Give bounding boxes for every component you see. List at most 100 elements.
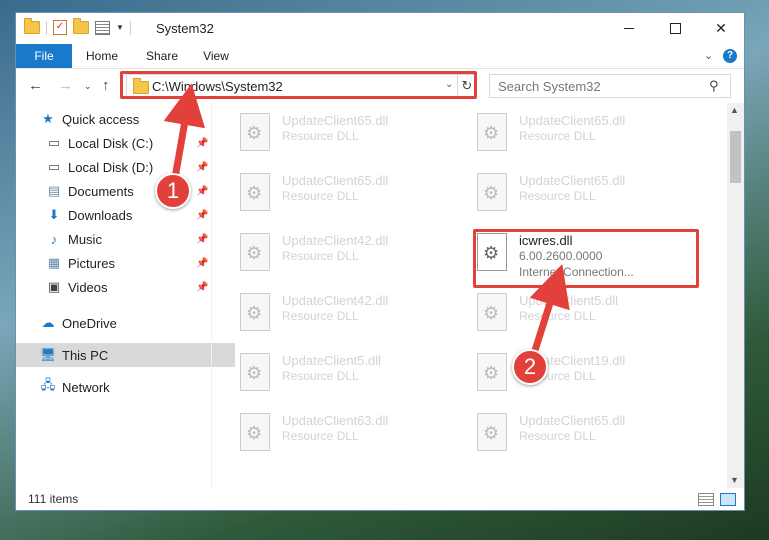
tab-home[interactable]: Home — [78, 44, 126, 68]
minimize-button[interactable] — [606, 13, 652, 44]
file-item[interactable]: UpdateClient65.dll Resource DLL — [477, 411, 697, 461]
tab-view[interactable]: View — [196, 44, 236, 68]
file-description: Resource DLL — [519, 129, 596, 143]
pin-icon[interactable]: 📌 — [196, 162, 208, 173]
pin-icon[interactable]: 📌 — [196, 210, 208, 221]
sidebar-item-label: Videos — [68, 279, 108, 295]
tab-file[interactable]: File — [16, 44, 72, 68]
sidebar-item-pictures[interactable]: ▦ Pictures 📌 — [16, 251, 241, 275]
pin-icon[interactable]: 📌 — [196, 282, 208, 293]
file-description: Resource DLL — [282, 429, 359, 443]
scroll-up-icon[interactable]: ▲ — [730, 105, 739, 115]
file-item[interactable]: UpdateClient5.dll Resource DLL — [477, 291, 697, 341]
recent-locations-icon[interactable]: ⌄ — [84, 81, 92, 92]
sidebar-item-label: Local Disk (C:) — [68, 135, 154, 151]
drive-icon: ▭ — [47, 135, 61, 150]
navigation-pane: ★ Quick access ▭ Local Disk (C:) 📌 ▭ Loc… — [16, 103, 235, 488]
dll-file-icon — [240, 173, 270, 211]
quick-access-toolbar: ✓ ▼ — [24, 18, 131, 35]
sidebar-item-this-pc[interactable]: 🖥 This PC — [16, 343, 235, 367]
help-icon[interactable]: ? — [723, 49, 737, 63]
drive-icon: ▭ — [47, 159, 61, 174]
sidebar-item-label: Pictures — [68, 255, 115, 271]
close-button[interactable]: ✕ — [698, 13, 744, 44]
customize-toolbar-icon[interactable]: ▼ — [116, 23, 124, 32]
file-item[interactable]: UpdateClient65.dll Resource DLL — [477, 171, 697, 221]
forward-arrow-icon[interactable]: → — [58, 77, 73, 94]
file-description: Resource DLL — [282, 369, 359, 383]
documents-icon: ▤ — [47, 183, 61, 198]
download-icon: ⬇ — [48, 207, 60, 222]
music-icon: ♪ — [50, 231, 58, 247]
search-icon[interactable]: ⚲ — [709, 78, 719, 94]
file-name: UpdateClient5.dll — [519, 293, 619, 308]
sidebar-item-label: Documents — [68, 183, 134, 199]
tab-share[interactable]: Share — [138, 44, 186, 68]
properties-check-icon[interactable]: ✓ — [53, 20, 67, 35]
maximize-icon — [669, 23, 681, 34]
dll-file-icon — [240, 113, 270, 151]
file-item[interactable]: UpdateClient42.dll Resource DLL — [240, 291, 460, 341]
file-description: Resource DLL — [282, 309, 359, 323]
up-arrow-icon[interactable]: ↑ — [102, 77, 110, 94]
pin-icon[interactable]: 📌 — [196, 138, 208, 149]
large-icons-view-icon[interactable] — [720, 493, 736, 506]
sidebar-item-onedrive[interactable]: ☁ OneDrive — [16, 311, 235, 335]
pin-icon[interactable]: 📌 — [196, 258, 208, 269]
sidebar-item-videos[interactable]: ▣ Videos 📌 — [16, 275, 241, 299]
file-name: UpdateClient65.dll — [519, 113, 626, 128]
pictures-icon: ▦ — [47, 255, 61, 270]
search-input[interactable] — [498, 79, 698, 94]
sidebar-item-quick-access[interactable]: ★ Quick access — [16, 107, 235, 131]
back-arrow-icon[interactable]: ← — [28, 77, 43, 94]
file-name: UpdateClient65.dll — [282, 173, 389, 188]
view-properties-icon[interactable] — [95, 20, 110, 35]
computer-icon: 🖥 — [39, 347, 57, 362]
file-item[interactable]: UpdateClient63.dll Resource DLL — [240, 411, 460, 461]
file-description: Resource DLL — [282, 189, 359, 203]
file-name: UpdateClient63.dll — [282, 413, 389, 428]
scroll-down-icon[interactable]: ▼ — [730, 475, 739, 485]
file-description: Resource DLL — [282, 129, 359, 143]
file-description: Resource DLL — [282, 249, 359, 263]
sidebar-item-label: Quick access — [62, 111, 140, 127]
scrollbar-thumb[interactable] — [730, 131, 741, 183]
file-item[interactable]: UpdateClient42.dll Resource DLL — [240, 231, 460, 281]
address-highlight-box — [120, 71, 477, 99]
sidebar-item-network[interactable]: 🖧 Network — [16, 375, 235, 399]
file-list: UpdateClient65.dll Resource DLL UpdateCl… — [212, 103, 727, 488]
sidebar-item-label: Network — [62, 379, 110, 395]
callout-2: 2 — [512, 349, 548, 385]
expand-ribbon-icon[interactable]: ⌄ — [704, 49, 713, 62]
file-item[interactable]: UpdateClient65.dll Resource DLL — [477, 111, 697, 161]
star-icon: ★ — [42, 111, 54, 126]
file-name: UpdateClient65.dll — [519, 413, 626, 428]
network-icon: 🖧 — [40, 377, 56, 392]
dll-file-icon — [240, 413, 270, 451]
file-item[interactable]: UpdateClient65.dll Resource DLL — [240, 171, 460, 221]
sidebar-item-local-disk-c[interactable]: ▭ Local Disk (C:) 📌 — [16, 131, 241, 155]
sidebar-item-music[interactable]: ♪ Music 📌 — [16, 227, 241, 251]
file-item[interactable]: UpdateClient19.dll Resource DLL — [477, 351, 697, 401]
file-name: UpdateClient65.dll — [282, 113, 389, 128]
window-title: System32 — [156, 21, 214, 36]
sidebar-item-downloads[interactable]: ⬇ Downloads 📌 — [16, 203, 241, 227]
new-folder-icon[interactable] — [73, 18, 89, 34]
maximize-button[interactable] — [652, 13, 698, 44]
cloud-icon: ☁ — [41, 315, 55, 330]
file-item[interactable]: UpdateClient5.dll Resource DLL — [240, 351, 460, 401]
file-name: UpdateClient5.dll — [282, 353, 382, 368]
vertical-scrollbar[interactable]: ▲ ▼ — [727, 103, 744, 488]
sidebar-item-local-disk-d[interactable]: ▭ Local Disk (D:) 📌 — [16, 155, 241, 179]
file-item[interactable]: UpdateClient65.dll Resource DLL — [240, 111, 460, 161]
search-box[interactable]: ⚲ — [489, 74, 731, 98]
callout-1: 1 — [155, 173, 191, 209]
file-description: Resource DLL — [519, 309, 596, 323]
ribbon-tabs: File Home Share View ⌄ ? — [16, 44, 744, 69]
sidebar-item-documents[interactable]: ▤ Documents 📌 — [16, 179, 241, 203]
pin-icon[interactable]: 📌 — [196, 186, 208, 197]
toolbar-separator — [129, 20, 131, 35]
dll-file-icon — [477, 293, 507, 331]
details-view-icon[interactable] — [698, 493, 714, 506]
pin-icon[interactable]: 📌 — [196, 234, 208, 245]
